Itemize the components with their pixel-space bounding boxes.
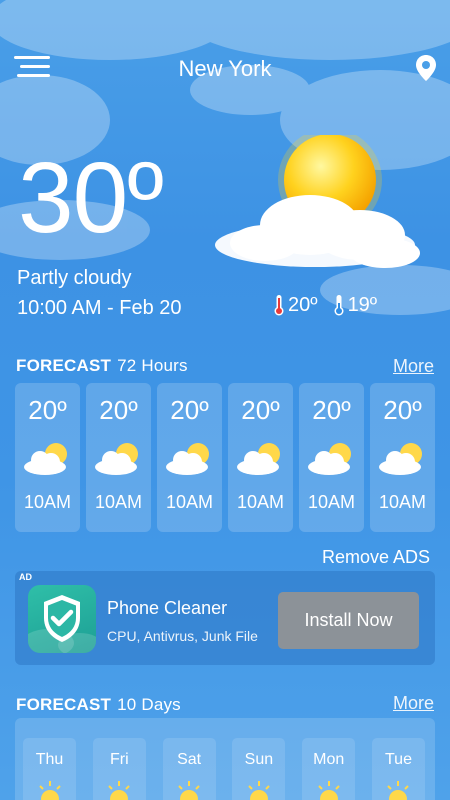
daily-title-text: FORECAST	[16, 695, 112, 714]
city-title[interactable]: New York	[0, 56, 450, 82]
hourly-time: 10AM	[23, 492, 72, 512]
hourly-temp: 20º	[28, 395, 67, 425]
hourly-card[interactable]: 20º 10AM	[228, 383, 293, 532]
day-label: Sun	[244, 751, 274, 768]
sun-icon	[38, 781, 61, 800]
hourly-time: 10AM	[378, 492, 427, 512]
hourly-time: 10AM	[236, 492, 285, 512]
sun-icon	[317, 781, 340, 800]
hourly-card[interactable]: 20º 10AM	[15, 383, 80, 532]
hourly-forecast-title: FORECAST 72 Hours	[16, 356, 188, 376]
hourly-time: 10AM	[165, 492, 214, 512]
hourly-subtitle-text: 72 Hours	[117, 356, 188, 375]
daily-more-link[interactable]: More	[393, 693, 434, 714]
ad-title: Phone Cleaner	[107, 598, 228, 618]
sun-icon	[108, 781, 131, 800]
partly-cloudy-icon	[23, 443, 67, 475]
sun-icon	[248, 781, 270, 800]
condition-text: Partly cloudy	[17, 267, 132, 289]
partly-cloudy-icon	[378, 443, 422, 475]
sun-icon	[178, 781, 200, 800]
datetime-text: 10:00 AM - Feb 20	[17, 297, 182, 319]
daily-forecast-title: FORECAST 10 Days	[16, 695, 181, 715]
daily-list: Thu Fri Sat Sun Mon Tue	[23, 738, 425, 800]
daily-card[interactable]: Sun	[232, 738, 286, 800]
hourly-card[interactable]: 20º 10AM	[299, 383, 364, 532]
hourly-time: 10AM	[307, 492, 356, 512]
hourly-more-link[interactable]: More	[393, 356, 434, 377]
hourly-title-text: FORECAST	[16, 356, 112, 375]
daily-subtitle-text: 10 Days	[117, 695, 181, 714]
hourly-card[interactable]: 20º 10AM	[157, 383, 222, 532]
daily-card[interactable]: Sat	[162, 738, 216, 800]
partly-cloudy-icon	[165, 443, 209, 475]
ad-banner[interactable]: AD Phone Cleaner CPU, Antivrus, Junk Fil…	[15, 571, 435, 665]
hourly-temp: 20º	[383, 395, 422, 425]
install-now-button[interactable]: Install Now	[278, 592, 419, 649]
high-low-temps: 20º 19º	[272, 293, 377, 317]
day-label: Tue	[384, 751, 412, 768]
hourly-card[interactable]: 20º 10AM	[86, 383, 151, 532]
daily-card[interactable]: Mon	[302, 738, 356, 800]
hourly-temp: 20º	[170, 395, 209, 425]
current-temperature: 30º	[18, 142, 164, 254]
thermometer-cold-icon	[334, 295, 344, 316]
day-label: Fri	[109, 751, 129, 768]
day-label: Thu	[35, 751, 64, 768]
partly-cloudy-icon	[236, 443, 280, 475]
hourly-temp: 20º	[312, 395, 351, 425]
day-label: Sat	[177, 751, 202, 768]
shield-check-icon	[28, 585, 96, 653]
low-temp: 19º	[347, 293, 378, 316]
partly-cloudy-icon	[94, 443, 138, 475]
ad-description: CPU, Antivrus, Junk File	[107, 628, 258, 644]
location-pin-icon[interactable]	[414, 54, 438, 82]
thermometer-hot-icon	[274, 295, 284, 316]
high-temp: 20º	[288, 293, 318, 316]
hourly-list: 20º 10AM 20º 10AM 20º 10AM 20º 10AM 20º …	[15, 383, 435, 532]
partly-cloudy-icon	[215, 135, 420, 268]
daily-card[interactable]: Fri	[92, 738, 146, 800]
sun-icon	[387, 781, 410, 800]
daily-card[interactable]: Tue	[371, 738, 425, 800]
hourly-card[interactable]: 20º 10AM	[370, 383, 435, 532]
remove-ads-link[interactable]: Remove ADS	[322, 547, 430, 568]
day-label: Mon	[313, 751, 345, 768]
hourly-temp: 20º	[241, 395, 280, 425]
hourly-time: 10AM	[94, 492, 143, 512]
ad-tag: AD	[19, 572, 32, 582]
daily-card[interactable]: Thu	[23, 738, 76, 800]
hourly-temp: 20º	[99, 395, 138, 425]
partly-cloudy-icon	[307, 443, 351, 475]
